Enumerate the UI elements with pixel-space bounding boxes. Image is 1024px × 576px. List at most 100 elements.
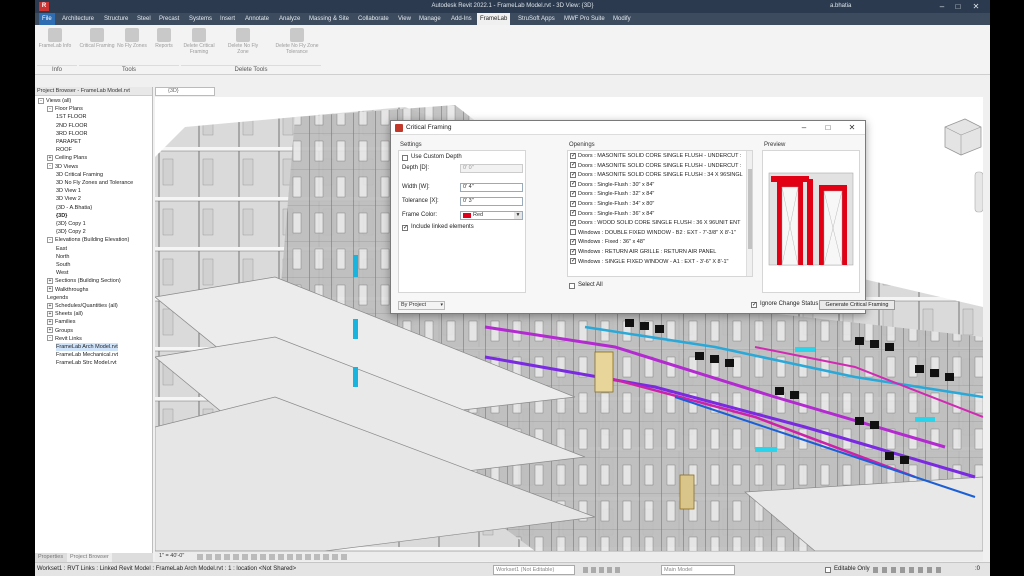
tree-item[interactable]: North [56, 253, 69, 261]
tree-item[interactable]: + Groups [47, 327, 73, 335]
opening-checkbox[interactable]: ✓ [570, 238, 576, 245]
status-tool-icons[interactable] [583, 567, 623, 573]
depth-input[interactable]: 0' 0" [460, 164, 523, 173]
tree-item[interactable]: 3RD FLOOR [56, 130, 87, 138]
opening-checkbox[interactable]: ✓ [570, 200, 576, 207]
tree-item[interactable]: FrameLab Mechanical.rvt [56, 351, 118, 359]
tree-item[interactable]: 3D View 1 [56, 187, 81, 195]
tree-item[interactable]: + Ceiling Plans [47, 154, 87, 162]
opening-checkbox[interactable] [570, 229, 576, 236]
tab-annotate[interactable]: Annotate [242, 13, 272, 25]
tree-item[interactable]: 3D Critical Framing [56, 171, 103, 179]
tree-item[interactable]: Legends [47, 294, 68, 302]
tree-item[interactable]: FrameLab Arch Model.rvt [56, 343, 118, 351]
expand-icon[interactable]: + [47, 318, 53, 325]
tree-item[interactable]: - Elevations (Building Elevation) [47, 236, 129, 244]
opening-row[interactable]: ✓ Doors : Single-Flush : 30" x 84" [570, 181, 744, 190]
tab-insert[interactable]: Insert [217, 13, 238, 25]
dialog-minimize-button[interactable]: – [793, 122, 815, 134]
opening-row[interactable]: ✓ Doors : MASONITE SOLID CORE SINGLE FLUS… [570, 171, 744, 180]
tree-item[interactable]: PARAPET [56, 138, 81, 146]
tab-project-browser[interactable]: Project Browser [67, 553, 112, 562]
expand-icon[interactable]: + [47, 310, 53, 317]
include-linked-checkbox[interactable]: ✓ [402, 225, 408, 231]
tree-item[interactable]: + Sections (Building Section) [47, 277, 121, 285]
collapse-icon[interactable]: - [47, 236, 53, 243]
delete-critical-framing-button[interactable]: Delete Critical Framing [181, 28, 217, 55]
tree-item[interactable]: 2ND FLOOR [56, 122, 87, 130]
minimize-button[interactable]: – [935, 1, 949, 12]
opening-checkbox[interactable]: ✓ [570, 162, 576, 169]
tab-modify[interactable]: Modify [610, 13, 634, 25]
tab-collaborate[interactable]: Collaborate [355, 13, 392, 25]
tolerance-input[interactable]: 0' 3" [460, 197, 523, 206]
tab-framelab[interactable]: FrameLab [477, 13, 511, 25]
tree-item[interactable]: 3D No Fly Zones and Tolerance [56, 179, 133, 187]
tab-manage[interactable]: Manage [416, 13, 444, 25]
tree-item[interactable]: {3D - A.Bhatia} [56, 204, 92, 212]
dialog-maximize-button[interactable]: □ [817, 122, 839, 134]
opening-checkbox[interactable]: ✓ [570, 171, 576, 178]
generate-critical-framing-button[interactable]: Generate Critical Framing [819, 300, 895, 310]
expand-icon[interactable]: + [47, 327, 53, 334]
tree-item[interactable]: + Schedules/Quantities (all) [47, 302, 118, 310]
tree-item[interactable]: {3D} [56, 212, 67, 220]
opening-checkbox[interactable]: ✓ [570, 258, 576, 265]
opening-row[interactable]: ✓ Windows : SINGLE FIXED WINDOW - A1 : EX… [570, 258, 744, 267]
user-name[interactable]: a.bhatia [830, 3, 851, 9]
tree-item[interactable]: South [56, 261, 70, 269]
tree-item[interactable]: -3D Views [47, 163, 78, 171]
tab-precast[interactable]: Precast [156, 13, 182, 25]
tree-item[interactable]: + Families [47, 318, 75, 326]
opening-row[interactable]: ✓ Doors : Single-Flush : 36" x 84" [570, 210, 744, 219]
tree-item[interactable]: {3D} Copy 2 [56, 228, 86, 236]
opening-row[interactable]: ✓ Doors : MASONITE SOLID CORE SINGLE FLUS… [570, 162, 744, 171]
select-all-checkbox[interactable] [569, 283, 575, 289]
use-custom-depth-checkbox[interactable] [402, 155, 408, 161]
tree-item[interactable]: - Views (all) [38, 97, 71, 105]
tab-add-ins[interactable]: Add-Ins [448, 13, 475, 25]
opening-row[interactable]: ✓ Doors : WOOD SOLID CORE SINGLE FLUSH : … [570, 219, 744, 228]
tree-item[interactable]: + Sheets (all) [47, 310, 83, 318]
collapse-icon[interactable]: - [47, 105, 53, 112]
tab-massing-site[interactable]: Massing & Site [306, 13, 352, 25]
tab-structure[interactable]: Structure [101, 13, 131, 25]
close-button[interactable]: ✕ [969, 1, 983, 12]
editable-only-checkbox[interactable] [825, 567, 831, 573]
expand-icon[interactable]: + [47, 286, 53, 293]
opening-row[interactable]: ✓ Doors : MASONITE SOLID CORE SINGLE FLUS… [570, 152, 744, 161]
maximize-button[interactable]: □ [951, 1, 965, 12]
tab-file[interactable]: File [39, 13, 55, 25]
opening-row[interactable]: Windows : DOUBLE FIXED WINDOW - B2 : EXT… [570, 229, 744, 238]
opening-row[interactable]: ✓ Windows : Fixed : 36" x 48" [570, 238, 744, 247]
tab-mwf-pro-suite[interactable]: MWF Pro Suite [561, 13, 608, 25]
openings-list[interactable]: ✓ Doors : MASONITE SOLID CORE SINGLE FLUS… [567, 150, 753, 277]
reports-button[interactable]: Reports [146, 28, 182, 49]
delete-no-fly-zone-tolerance-button[interactable]: Delete No Fly Zone Tolerance [273, 28, 321, 55]
scope-dropdown[interactable]: By Project ▾ [398, 301, 445, 310]
tree-item[interactable]: - Floor Plans [47, 105, 83, 113]
tree-item[interactable]: FrameLab Strc Model.rvt [56, 359, 117, 367]
opening-checkbox[interactable]: ✓ [570, 210, 576, 217]
opening-row[interactable]: ✓ Doors : Single-Flush : 34" x 80" [570, 200, 744, 209]
tree-item[interactable]: 3D View 2 [56, 195, 81, 203]
tab-steel[interactable]: Steel [134, 13, 154, 25]
opening-checkbox[interactable]: ✓ [570, 190, 576, 197]
design-option-selector[interactable]: Main Model [661, 565, 735, 575]
delete-no-fly-zone-button[interactable]: Delete No Fly Zone [225, 28, 261, 55]
tab-properties[interactable]: Properties [35, 553, 66, 562]
opening-checkbox[interactable]: ✓ [570, 219, 576, 226]
tree-item[interactable]: + Walkthroughs [47, 286, 88, 294]
opening-checkbox[interactable]: ✓ [570, 152, 576, 159]
collapse-icon[interactable]: - [38, 97, 44, 104]
framelab-info-button[interactable]: FrameLab Info [37, 28, 73, 49]
tree-item[interactable]: West [56, 269, 68, 277]
selection-filter-icons[interactable] [873, 567, 943, 573]
expand-icon[interactable]: + [47, 154, 53, 161]
opening-checkbox[interactable]: ✓ [570, 248, 576, 255]
collapse-icon[interactable]: - [47, 335, 53, 342]
expand-icon[interactable]: + [47, 302, 53, 309]
dialog-close-button[interactable]: ✕ [841, 122, 863, 134]
opening-row[interactable]: ✓ Windows : RETURN AIR GRILLE : RETURN AI… [570, 248, 744, 257]
tree-item[interactable]: East [56, 245, 67, 253]
